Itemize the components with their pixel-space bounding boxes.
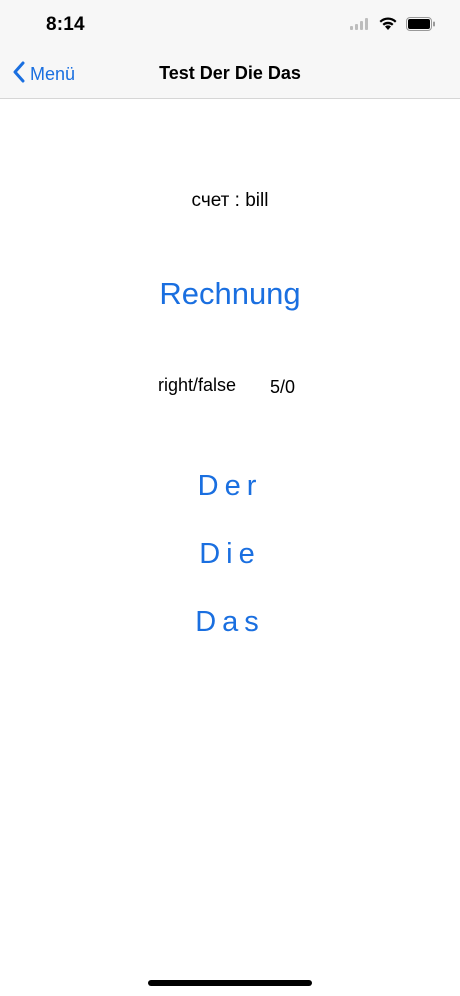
score-row: right/false 5/0 (0, 375, 460, 399)
battery-icon (406, 16, 436, 36)
status-time: 8:14 (46, 14, 85, 35)
score-value: 5/0 (270, 377, 296, 397)
article-der-button[interactable]: Der (0, 470, 460, 503)
page-title: Test Der Die Das (159, 63, 301, 83)
wifi-icon (378, 16, 398, 36)
quiz-content: счет : bill Rechnung right/false 5/0 Der… (0, 98, 460, 996)
signal-icon (350, 17, 370, 35)
status-bar: 8:14 (0, 0, 460, 50)
article-das-button[interactable]: Das (0, 606, 460, 639)
home-indicator[interactable] (148, 980, 312, 986)
word-translation: счет : bill (191, 190, 269, 211)
german-word: Rechnung (159, 276, 301, 311)
score-label: right/false (158, 375, 237, 395)
status-icons (350, 16, 436, 36)
article-die-button[interactable]: Die (0, 538, 460, 571)
navigation-bar: Menü Test Der Die Das (0, 50, 460, 99)
